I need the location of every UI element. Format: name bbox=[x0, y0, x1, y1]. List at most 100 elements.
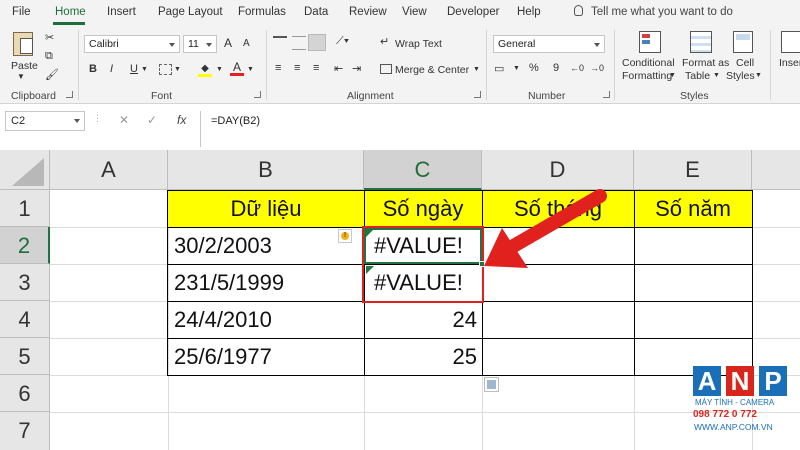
tab-view[interactable]: View bbox=[402, 6, 427, 18]
cell-b2[interactable]: 30/2/2003 bbox=[168, 227, 338, 264]
logo-tagline: MÁY TÍNH - CAMERA bbox=[695, 398, 775, 407]
italic-button[interactable]: I bbox=[110, 63, 113, 75]
align-left-icon[interactable]: ≡ bbox=[275, 62, 281, 74]
tab-formulas[interactable]: Formulas bbox=[238, 6, 286, 18]
increase-decimal-icon[interactable]: ←0 bbox=[570, 63, 584, 73]
tab-help[interactable]: Help bbox=[517, 6, 541, 18]
orientation-icon[interactable]: ⟋▾ bbox=[336, 35, 349, 48]
bottom-align-icon[interactable] bbox=[308, 34, 326, 51]
align-center-icon[interactable]: ≡ bbox=[294, 62, 300, 74]
cell-b5[interactable]: 25/6/1977 bbox=[168, 338, 364, 375]
merge-icon[interactable] bbox=[380, 64, 392, 74]
font-launcher-icon[interactable] bbox=[254, 91, 261, 98]
font-size-select[interactable]: 11 bbox=[183, 35, 217, 53]
increase-font-icon[interactable]: A bbox=[224, 36, 232, 50]
formula-input[interactable]: =DAY(B2) bbox=[200, 111, 800, 147]
column-header-b[interactable]: B bbox=[168, 150, 364, 190]
borders-dropdown-icon: ▼ bbox=[174, 66, 181, 73]
cancel-icon[interactable]: ✕ bbox=[119, 113, 129, 127]
enter-icon[interactable]: ✓ bbox=[147, 113, 157, 127]
active-tab-indicator bbox=[53, 22, 85, 25]
cell-styles-label-2: Styles bbox=[726, 70, 755, 82]
tab-home[interactable]: Home bbox=[55, 6, 86, 18]
fill-color-icon[interactable]: ◆ bbox=[198, 62, 212, 77]
cell-c5[interactable]: 25 bbox=[364, 338, 482, 375]
column-header-a[interactable]: A bbox=[50, 150, 168, 190]
format-painter-icon[interactable]: 🖌 bbox=[45, 68, 59, 81]
alignment-launcher-icon[interactable] bbox=[474, 91, 481, 98]
cell-b1[interactable]: Dữ liệu bbox=[168, 190, 364, 227]
cell-e1[interactable]: Số năm bbox=[634, 190, 752, 227]
column-header-c[interactable]: C bbox=[364, 150, 482, 190]
number-format-select[interactable]: General bbox=[493, 35, 605, 53]
cell-c4[interactable]: 24 bbox=[364, 301, 482, 338]
font-family-select[interactable]: Calibri bbox=[84, 35, 180, 53]
borders-icon[interactable] bbox=[159, 64, 172, 75]
align-right-icon[interactable]: ≡ bbox=[313, 62, 319, 74]
font-color-icon[interactable]: A bbox=[230, 60, 244, 76]
clipboard-launcher-icon[interactable] bbox=[66, 91, 73, 98]
logo-letter-n: N bbox=[726, 366, 754, 396]
decrease-indent-icon[interactable]: ⇤ bbox=[334, 62, 343, 75]
bold-button[interactable]: B bbox=[89, 63, 97, 75]
tab-developer[interactable]: Developer bbox=[447, 6, 499, 18]
column-header-f[interactable] bbox=[752, 150, 800, 190]
row-header-7[interactable]: 7 bbox=[0, 412, 50, 450]
name-box[interactable]: C2 bbox=[5, 111, 85, 131]
cell-styles-icon bbox=[733, 31, 753, 53]
lightbulb-icon bbox=[574, 5, 583, 16]
table-border bbox=[634, 190, 635, 376]
table-border bbox=[167, 338, 753, 339]
decrease-font-icon[interactable]: A bbox=[243, 38, 250, 49]
tab-insert[interactable]: Insert bbox=[107, 6, 136, 18]
row-header-3[interactable]: 3 bbox=[0, 264, 50, 301]
row-header-6[interactable]: 6 bbox=[0, 375, 50, 412]
decrease-decimal-icon[interactable]: →0 bbox=[590, 63, 604, 73]
number-launcher-icon[interactable] bbox=[603, 91, 610, 98]
group-divider bbox=[614, 30, 615, 100]
row-header-2[interactable]: 2 bbox=[0, 227, 50, 264]
tab-page-layout[interactable]: Page Layout bbox=[158, 6, 223, 18]
group-divider bbox=[770, 30, 771, 100]
font-color-dropdown-icon: ▼ bbox=[247, 66, 254, 73]
tell-me-search[interactable]: Tell me what you want to do bbox=[574, 5, 733, 18]
number-group-label: Number bbox=[528, 90, 566, 102]
quick-analysis-icon[interactable] bbox=[484, 377, 499, 392]
wrap-text-icon[interactable]: ↵ bbox=[380, 35, 389, 48]
accounting-format-icon[interactable]: ▭ bbox=[494, 62, 504, 75]
increase-indent-icon[interactable]: ⇥ bbox=[352, 62, 361, 75]
tab-review[interactable]: Review bbox=[349, 6, 387, 18]
copy-icon[interactable]: ⧉ bbox=[45, 50, 53, 63]
cut-icon[interactable]: ✂ bbox=[45, 31, 54, 44]
column-header-d[interactable]: D bbox=[482, 150, 634, 190]
percent-button[interactable]: % bbox=[529, 62, 539, 74]
table-border bbox=[167, 190, 753, 191]
cell-c1[interactable]: Số ngày bbox=[364, 190, 482, 227]
conditional-formatting-label-1: Conditional bbox=[622, 57, 675, 69]
gridline bbox=[50, 412, 800, 413]
comma-button[interactable]: 9 bbox=[553, 62, 559, 74]
table-border bbox=[167, 190, 168, 376]
wrap-text-button[interactable]: Wrap Text bbox=[395, 38, 442, 50]
cell-b4[interactable]: 24/4/2010 bbox=[168, 301, 364, 338]
font-group-label: Font bbox=[151, 90, 173, 102]
top-align-icon[interactable] bbox=[273, 36, 287, 50]
select-all-triangle-icon bbox=[12, 158, 44, 186]
tab-file[interactable]: File bbox=[12, 6, 31, 18]
middle-align-icon[interactable] bbox=[292, 36, 306, 50]
insert-function-icon[interactable]: fx bbox=[177, 113, 186, 127]
paste-label: Paste bbox=[11, 60, 38, 72]
merge-center-button[interactable]: Merge & Center bbox=[395, 64, 469, 76]
logo-letter-a: A bbox=[693, 366, 721, 396]
cell-b3[interactable]: 231/5/1999 bbox=[168, 264, 364, 301]
column-header-e[interactable]: E bbox=[634, 150, 752, 190]
row-header-5[interactable]: 5 bbox=[0, 338, 50, 375]
red-arrow-annotation bbox=[484, 189, 607, 268]
tab-data[interactable]: Data bbox=[304, 6, 328, 18]
underline-button[interactable]: U bbox=[130, 63, 138, 75]
format-as-table-label-2: Table bbox=[685, 70, 711, 82]
row-header-1[interactable]: 1 bbox=[0, 190, 50, 227]
row-header-4[interactable]: 4 bbox=[0, 301, 50, 338]
error-warning-icon[interactable]: ! bbox=[338, 229, 352, 243]
styles-group-label: Styles bbox=[680, 90, 709, 102]
